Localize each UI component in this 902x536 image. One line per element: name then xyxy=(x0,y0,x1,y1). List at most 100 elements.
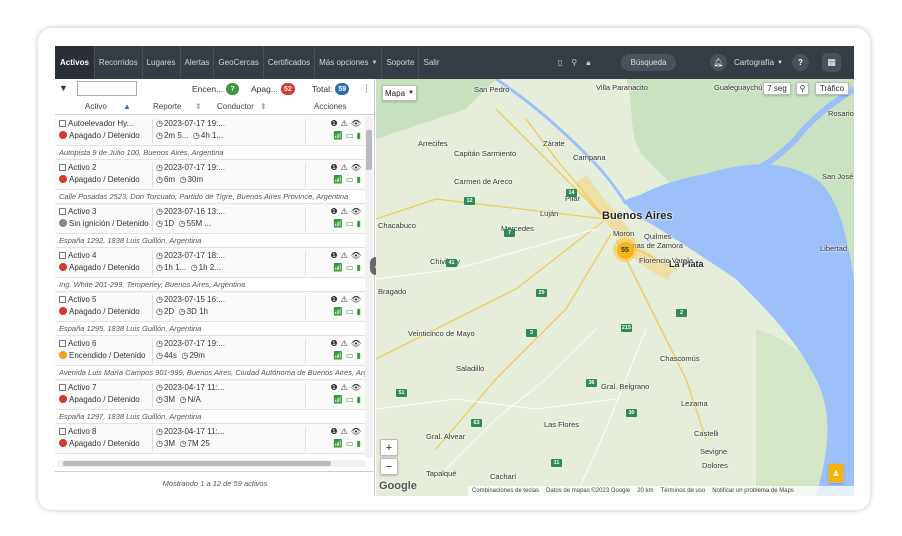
lock-icon[interactable]: 🔒︎ xyxy=(586,58,590,68)
eye-icon[interactable]: 👁︎ xyxy=(351,207,361,216)
counter-on[interactable]: Encen... 7 xyxy=(192,83,240,95)
info-icon[interactable]: ❶ xyxy=(331,163,338,172)
battery-icon[interactable]: ▮ xyxy=(357,219,361,228)
battery-icon[interactable]: ▮ xyxy=(357,131,361,140)
eye-icon[interactable]: 👁︎ xyxy=(351,163,361,172)
route-icon[interactable]: ▭ xyxy=(346,307,354,316)
info-icon[interactable]: ❶ xyxy=(331,119,338,128)
row-checkbox[interactable] xyxy=(59,120,66,127)
filter-input[interactable] xyxy=(77,81,137,96)
nav-activos[interactable]: Activos xyxy=(55,46,95,79)
bell-icon[interactable]: 🔔︎ xyxy=(710,54,727,71)
warning-icon[interactable]: ⚠ xyxy=(341,207,348,216)
more-options-icon[interactable]: ⋮ xyxy=(362,83,371,94)
info-icon[interactable]: ❶ xyxy=(331,427,338,436)
zoom-out-button[interactable]: − xyxy=(380,458,398,475)
nav-soporte[interactable]: Soporte xyxy=(382,46,420,79)
table-row[interactable]: Activo 7 Apagado / Detenido ◷2023-04-17 … xyxy=(55,380,365,410)
info-icon[interactable]: ❶ xyxy=(331,383,338,392)
asset-name[interactable]: Activo 2 xyxy=(68,163,96,172)
sort-asc-icon[interactable]: ▲ xyxy=(123,102,131,111)
map-type-selector[interactable]: Mapa ▼ xyxy=(382,85,417,101)
warning-icon[interactable]: ⚠ xyxy=(341,339,348,348)
table-row[interactable]: Activo 3 Sin ignición / Detenido ◷2023-0… xyxy=(55,204,365,234)
sort-icon[interactable]: ⬍ xyxy=(195,102,202,111)
info-icon[interactable]: ❶ xyxy=(331,251,338,260)
asset-name[interactable]: Activo 6 xyxy=(68,339,96,348)
row-checkbox[interactable] xyxy=(59,340,66,347)
battery-icon[interactable]: ▮ xyxy=(357,263,361,272)
horizontal-scrollbar[interactable] xyxy=(57,460,365,467)
route-icon[interactable]: ▭ xyxy=(346,175,354,184)
info-icon[interactable]: ❶ xyxy=(331,295,338,304)
zoom-in-button[interactable]: + xyxy=(380,439,398,456)
attrib-report[interactable]: Notificar un problema de Maps xyxy=(712,488,794,494)
help-icon[interactable]: ? xyxy=(792,54,809,71)
eye-icon[interactable]: 👁︎ xyxy=(351,119,361,128)
col-driver[interactable]: Conductor xyxy=(217,102,254,111)
street-view-icon[interactable]: ♟ xyxy=(828,463,844,483)
row-checkbox[interactable] xyxy=(59,428,66,435)
route-icon[interactable]: ▭ xyxy=(346,439,354,448)
col-report[interactable]: Reporte xyxy=(153,102,181,111)
scroll-thumb[interactable] xyxy=(63,461,331,466)
search-button[interactable]: Búsqueda xyxy=(621,54,676,71)
warning-icon[interactable]: ⚠ xyxy=(341,119,348,128)
eye-icon[interactable]: 👁︎ xyxy=(351,251,361,260)
table-row[interactable]: Activo 8 Apagado / Detenido ◷2023-04-17 … xyxy=(55,424,365,454)
nav-mas-opciones[interactable]: Más opciones ▼ xyxy=(315,46,383,79)
signal-icon[interactable]: 📶︎ xyxy=(333,307,343,316)
nav-alertas[interactable]: Alertas xyxy=(181,46,215,79)
nav-certificados[interactable]: Certificados xyxy=(264,46,316,79)
sort-icon[interactable]: ⬍ xyxy=(260,102,267,111)
route-icon[interactable]: ▭ xyxy=(346,395,354,404)
table-row[interactable]: Activo 6 Encendido / Detenido ◷2023-07-1… xyxy=(55,336,365,366)
route-icon[interactable]: ▭ xyxy=(346,351,354,360)
asset-name[interactable]: Activo 4 xyxy=(68,251,96,260)
signal-icon[interactable]: 📶︎ xyxy=(333,439,343,448)
counter-off[interactable]: Apag... 52 xyxy=(251,83,295,95)
asset-name[interactable]: Autoelevador Hy... xyxy=(68,119,133,128)
warning-icon[interactable]: ⚠ xyxy=(341,295,348,304)
traffic-button[interactable]: Tráfico xyxy=(815,82,849,95)
attrib-shortcuts[interactable]: Combinaciones de teclas xyxy=(472,488,539,494)
battery-icon[interactable]: ▮ xyxy=(357,351,361,360)
eye-icon[interactable]: 👁︎ xyxy=(351,427,361,436)
info-icon[interactable]: ❶ xyxy=(331,207,338,216)
location-pin-icon[interactable]: ⚲ xyxy=(796,82,809,95)
search-icon[interactable]: ⚲ xyxy=(571,58,577,67)
signal-icon[interactable]: 📶︎ xyxy=(333,175,343,184)
table-row[interactable]: Activo 4 Apagado / Detenido ◷2023-07-17 … xyxy=(55,248,365,278)
cartography-menu[interactable]: Cartografía ▼ xyxy=(734,46,783,79)
row-checkbox[interactable] xyxy=(59,296,66,303)
battery-icon[interactable]: ▮ xyxy=(357,175,361,184)
signal-icon[interactable]: 📶︎ xyxy=(333,131,343,140)
table-row[interactable]: Autoelevador Hy... Apagado / Detenido ◷2… xyxy=(55,116,365,146)
signal-icon[interactable]: 📶︎ xyxy=(333,219,343,228)
grid-menu-icon[interactable]: ▦ xyxy=(822,53,841,72)
nav-lugares[interactable]: Lugares xyxy=(143,46,181,79)
vertical-scrollbar[interactable] xyxy=(365,116,373,458)
asset-cluster-marker[interactable]: 55 xyxy=(613,238,637,262)
battery-icon[interactable]: ▮ xyxy=(357,307,361,316)
eye-icon[interactable]: 👁︎ xyxy=(351,295,361,304)
asset-name[interactable]: Activo 5 xyxy=(68,295,96,304)
eye-icon[interactable]: 👁︎ xyxy=(351,339,361,348)
mobile-icon[interactable]: ▯ xyxy=(558,58,562,67)
nav-recorridos[interactable]: Recorridos xyxy=(95,46,143,79)
battery-icon[interactable]: ▮ xyxy=(357,439,361,448)
table-row[interactable]: Activo 5 Apagado / Detenido ◷2023-07-15 … xyxy=(55,292,365,322)
scroll-thumb[interactable] xyxy=(366,130,372,170)
warning-icon[interactable]: ⚠ xyxy=(341,383,348,392)
asset-name[interactable]: Activo 7 xyxy=(68,383,96,392)
signal-icon[interactable]: 📶︎ xyxy=(333,351,343,360)
row-checkbox[interactable] xyxy=(59,164,66,171)
battery-icon[interactable]: ▮ xyxy=(357,395,361,404)
nav-salir[interactable]: Salir xyxy=(419,46,443,79)
counter-total[interactable]: Total: 59 xyxy=(312,83,350,95)
row-checkbox[interactable] xyxy=(59,208,66,215)
nav-geocercas[interactable]: GeoCercas xyxy=(214,46,264,79)
map[interactable]: Mapa ▼ 7 seg ⚲ Tráfico Buenos Aires La Pla… xyxy=(376,79,854,496)
eye-icon[interactable]: 👁︎ xyxy=(351,383,361,392)
refresh-interval-button[interactable]: 7 seg xyxy=(763,82,791,95)
